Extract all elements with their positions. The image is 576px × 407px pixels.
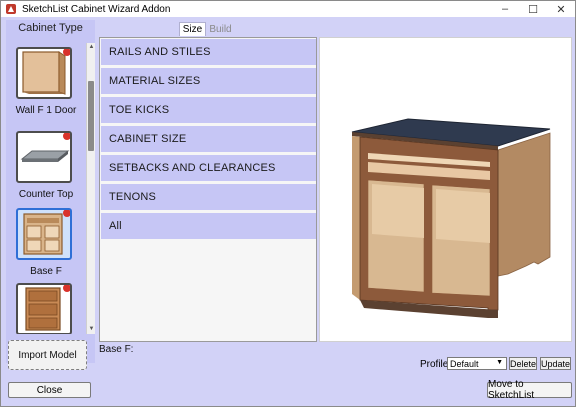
close-window-button[interactable]: ✕ (547, 1, 575, 17)
minimize-button[interactable]: – (491, 1, 519, 17)
settings-accordion: RAILS AND STILES MATERIAL SIZES TOE KICK… (99, 37, 317, 342)
accordion-item-material-sizes[interactable]: MATERIAL SIZES (101, 68, 316, 94)
title-bar: SketchList Cabinet Wizard Addon – ☐ ✕ (1, 1, 575, 17)
maximize-button[interactable]: ☐ (519, 1, 547, 17)
cabinet-item-label: Base F (30, 266, 62, 277)
profile-select[interactable]: Default ▼ (447, 357, 507, 370)
cabinet-item-label: Wall F 1 Door (15, 105, 77, 116)
accordion-item-all[interactable]: All (101, 213, 316, 239)
profile-selected-value: Default (450, 358, 479, 369)
scroll-down-arrow-icon[interactable]: ▼ (87, 325, 96, 334)
delete-profile-button[interactable]: Delete (509, 357, 537, 370)
tab-build[interactable]: Build (207, 22, 234, 36)
accordion-item-rails-and-stiles[interactable]: RAILS AND STILES (101, 39, 316, 65)
window-title: SketchList Cabinet Wizard Addon (22, 3, 171, 15)
accordion-item-toe-kicks[interactable]: TOE KICKS (101, 97, 316, 123)
counter-top-icon[interactable] (16, 131, 72, 183)
cabinet-3d-preview[interactable] (319, 37, 572, 342)
cabinet-type-panel: Cabinet Type Wall F 1 Door Counter Top B… (6, 20, 95, 363)
accordion-item-tenons[interactable]: TENONS (101, 184, 316, 210)
wall-cabinet-icon[interactable] (16, 47, 72, 99)
cabinet-type-header: Cabinet Type (18, 22, 83, 34)
cabinet-list-scrollbar[interactable]: ▲ ▼ (86, 43, 95, 334)
cabinet-item-label: Counter Top (18, 189, 74, 200)
tab-size[interactable]: Size (179, 22, 206, 36)
window-controls: – ☐ ✕ (491, 1, 575, 17)
app-window: SketchList Cabinet Wizard Addon – ☐ ✕ Ca… (0, 0, 576, 407)
close-button[interactable]: Close (8, 382, 91, 398)
chevron-down-icon: ▼ (496, 359, 503, 366)
update-profile-button[interactable]: Update (540, 357, 571, 370)
drawer-cabinet-icon[interactable] (16, 283, 72, 334)
import-model-button[interactable]: Import Model (8, 340, 87, 370)
scrollbar-thumb[interactable] (88, 81, 94, 151)
accordion-item-setbacks-and-clearances[interactable]: SETBACKS AND CLEARANCES (101, 155, 316, 181)
cabinet-list: Wall F 1 Door Counter Top Base F (6, 43, 86, 334)
badge-icon (63, 49, 70, 56)
scroll-up-arrow-icon[interactable]: ▲ (87, 43, 96, 52)
base-cabinet-3d-model (351, 118, 551, 318)
sketchlist-app-icon (6, 4, 16, 14)
move-to-sketchlist-button[interactable]: Move to SketchList (487, 379, 572, 401)
badge-icon (63, 210, 70, 217)
accordion-item-cabinet-size[interactable]: CABINET SIZE (101, 126, 316, 152)
base-cabinet-icon[interactable] (16, 208, 72, 260)
badge-icon (63, 285, 70, 292)
badge-icon (63, 133, 70, 140)
current-model-label: Base F: (99, 344, 134, 355)
